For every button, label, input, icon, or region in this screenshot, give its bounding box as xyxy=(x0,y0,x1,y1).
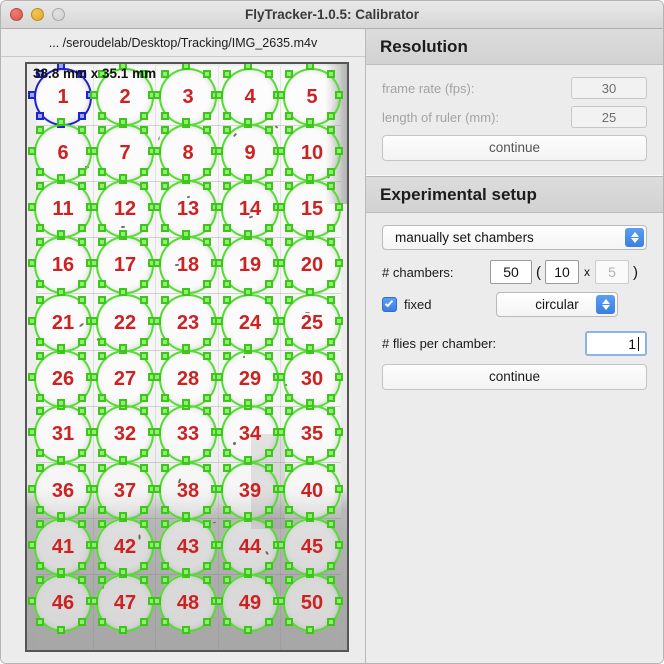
ruler-length-label: length of ruler (mm): xyxy=(382,110,571,125)
flies-per-chamber-input[interactable]: 1 xyxy=(585,331,647,356)
window-body: ... /seroudelab/Desktop/Tracking/IMG_263… xyxy=(1,29,663,663)
experimental-setup-panel: Experimental setup manually set chambers… xyxy=(366,177,663,404)
fixed-checkbox[interactable] xyxy=(382,297,397,312)
chambers-count-row: # chambers: 50 ( 10 x 5 ) xyxy=(382,260,647,284)
chamber-19[interactable]: 19 xyxy=(221,236,279,294)
chamber-shape-value: circular xyxy=(535,297,579,312)
chamber-mode-select[interactable]: manually set chambers xyxy=(382,225,647,250)
chamber-number-label: 19 xyxy=(221,236,279,294)
chamber-35[interactable]: 35 xyxy=(283,405,341,463)
control-pane: Resolution frame rate (fps): 30 length o… xyxy=(366,29,663,663)
flies-per-chamber-row: # flies per chamber: 1 xyxy=(382,331,647,356)
resolution-title: Resolution xyxy=(380,37,468,57)
experimental-setup-panel-header: Experimental setup xyxy=(366,177,663,213)
file-path-label: ... /seroudelab/Desktop/Tracking/IMG_263… xyxy=(1,29,365,57)
experimental-setup-title: Experimental setup xyxy=(380,185,537,205)
chamber-number-label: 31 xyxy=(34,405,92,463)
resolution-panel-header: Resolution xyxy=(366,29,663,65)
chamber-47[interactable]: 47 xyxy=(96,574,154,632)
chamber-number-label: 48 xyxy=(159,574,217,632)
chamber-number-label: 18 xyxy=(159,236,217,294)
dimension-label: 38.8 mm x 35.1 mm xyxy=(33,66,156,81)
chamber-number-label: 32 xyxy=(96,405,154,463)
fixed-label: fixed xyxy=(404,297,496,312)
resolution-panel: Resolution frame rate (fps): 30 length o… xyxy=(366,29,663,175)
chamber-number-label: 17 xyxy=(96,236,154,294)
chamber-50[interactable]: 50 xyxy=(283,574,341,632)
chamber-49[interactable]: 49 xyxy=(221,574,279,632)
chamber-32[interactable]: 32 xyxy=(96,405,154,463)
chamber-31[interactable]: 31 xyxy=(34,405,92,463)
window-title: FlyTracker-1.0.5: Calibrator xyxy=(1,1,663,29)
open-paren: ( xyxy=(536,264,541,281)
file-path-bar: ... /seroudelab/Desktop/Tracking/IMG_263… xyxy=(1,29,365,57)
resolution-continue-button[interactable]: continue xyxy=(382,135,647,161)
chamber-46[interactable]: 46 xyxy=(34,574,92,632)
chamber-48[interactable]: 48 xyxy=(159,574,217,632)
chamber-mode-value: manually set chambers xyxy=(395,230,534,245)
ruler-length-field[interactable]: 25 xyxy=(571,106,647,128)
chamber-33[interactable]: 33 xyxy=(159,405,217,463)
chamber-number-label: 16 xyxy=(34,236,92,294)
chamber-34[interactable]: 34 xyxy=(221,405,279,463)
chambers-total-field[interactable]: 50 xyxy=(490,260,532,284)
chambers-count-label: # chambers: xyxy=(382,265,490,280)
experimental-setup-panel-body: manually set chambers # chambers: 50 ( 1… xyxy=(366,213,663,404)
frame-rate-field[interactable]: 30 xyxy=(571,77,647,99)
title-bar: FlyTracker-1.0.5: Calibrator xyxy=(1,1,663,29)
times-symbol: x xyxy=(584,265,590,279)
chamber-number-label: 33 xyxy=(159,405,217,463)
video-pane: ... /seroudelab/Desktop/Tracking/IMG_263… xyxy=(1,29,365,663)
chamber-number-label: 34 xyxy=(221,405,279,463)
close-paren: ) xyxy=(633,264,638,281)
chamber-overlay[interactable]: 1234567891011121314151617181920212223242… xyxy=(27,64,347,650)
chevron-updown-icon[interactable] xyxy=(625,228,644,247)
frame-rate-label: frame rate (fps): xyxy=(382,81,571,96)
flies-per-chamber-value: 1 xyxy=(628,336,636,352)
chamber-number-label: 46 xyxy=(34,574,92,632)
chambers-rows-field: 5 xyxy=(595,260,629,284)
chamber-shape-select[interactable]: circular xyxy=(496,292,618,317)
flies-per-chamber-label: # flies per chamber: xyxy=(382,336,585,351)
ruler-length-row: length of ruler (mm): 25 xyxy=(382,106,647,128)
app-window: FlyTracker-1.0.5: Calibrator ... /seroud… xyxy=(0,0,664,664)
frame-rate-row: frame rate (fps): 30 xyxy=(382,77,647,99)
text-caret xyxy=(638,337,639,351)
chamber-16[interactable]: 16 xyxy=(34,236,92,294)
chamber-18[interactable]: 18 xyxy=(159,236,217,294)
experimental-setup-continue-button[interactable]: continue xyxy=(382,364,647,390)
chamber-number-label: 20 xyxy=(283,236,341,294)
video-canvas[interactable]: 38.8 mm x 35.1 mm 1234567891011121314151… xyxy=(25,62,349,652)
chamber-20[interactable]: 20 xyxy=(283,236,341,294)
resolution-panel-body: frame rate (fps): 30 length of ruler (mm… xyxy=(366,65,663,175)
fixed-shape-row: fixed circular xyxy=(382,292,647,317)
chamber-number-label: 50 xyxy=(283,574,341,632)
chambers-cols-field[interactable]: 10 xyxy=(545,260,579,284)
chevron-updown-icon-2[interactable] xyxy=(596,295,615,314)
check-icon xyxy=(385,299,393,308)
chamber-number-label: 47 xyxy=(96,574,154,632)
chamber-number-label: 35 xyxy=(283,405,341,463)
chamber-17[interactable]: 17 xyxy=(96,236,154,294)
chamber-number-label: 49 xyxy=(221,574,279,632)
